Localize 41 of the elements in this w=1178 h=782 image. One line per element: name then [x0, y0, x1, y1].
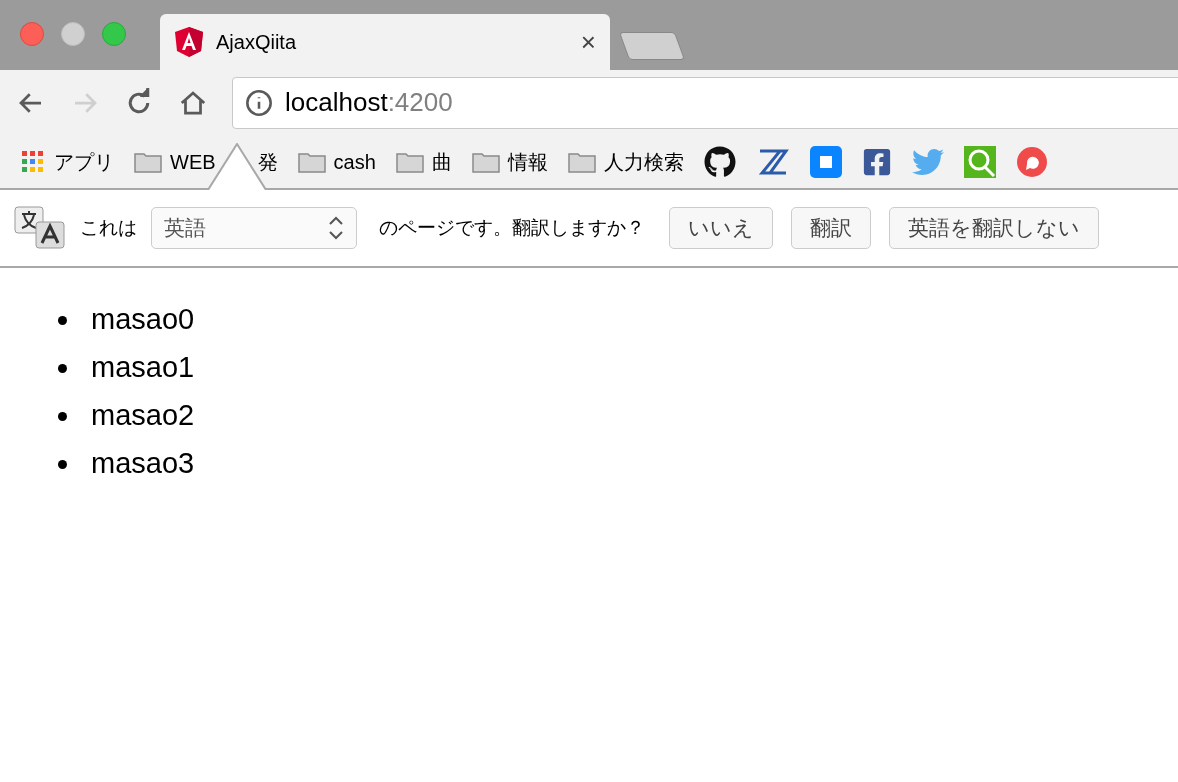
bookmark-label[interactable]: WEB — [170, 146, 216, 177]
translate-bar-button[interactable]: 翻訳 — [791, 207, 871, 249]
browser-tab[interactable]: AjaxQiita × — [160, 14, 610, 70]
bookmark-item[interactable]: 曲 — [395, 146, 452, 177]
prompt-text: これは — [80, 215, 137, 240]
bullet-icon — [58, 315, 67, 325]
url-text: localhost:4200 — [285, 86, 453, 119]
tab-close-button[interactable]: × — [580, 29, 596, 55]
translate-bar-button[interactable]: 英語を翻訳しない — [889, 207, 1099, 249]
bullet-icon — [58, 459, 67, 469]
address-bar[interactable]: localhost:4200 — [232, 76, 1178, 129]
bookmark-label[interactable]: 発 — [257, 146, 278, 177]
bullet-icon — [58, 363, 67, 373]
bookmark-item[interactable]: アプリ — [20, 146, 114, 177]
bullet-icon — [58, 411, 67, 421]
folder-icon — [134, 150, 162, 173]
prompt-text: のページです。翻訳しますか？ — [379, 215, 645, 240]
tab-title: AjaxQiita — [216, 30, 298, 55]
bookmark-item[interactable]: 人力検索 — [567, 146, 684, 177]
folder-icon — [395, 150, 424, 173]
folder-icon — [297, 150, 326, 173]
language-select[interactable]: 英語 — [151, 207, 357, 249]
bookmark-item[interactable]: 情報 — [471, 146, 548, 177]
list-item-text: masao1 — [91, 350, 195, 386]
octocat-icon[interactable] — [703, 145, 736, 178]
info-icon — [245, 88, 273, 117]
translate-bar-button[interactable]: いいえ — [669, 207, 773, 249]
translate-icon — [14, 206, 66, 250]
folder-icon — [471, 150, 500, 173]
magnifier-logo-icon[interactable] — [963, 145, 996, 178]
list-item-text: masao2 — [91, 398, 195, 434]
shield-logo-icon — [174, 26, 204, 58]
apps-grid-icon — [20, 148, 46, 175]
square-logo-icon[interactable] — [809, 145, 842, 178]
list-item-text: masao3 — [91, 446, 195, 482]
bookmark-item[interactable]: cash — [297, 146, 376, 177]
list-item-text: masao0 — [91, 302, 195, 338]
chevron-up-down-icon — [328, 215, 344, 241]
folder-icon — [567, 150, 596, 173]
f-logo-icon[interactable] — [861, 146, 892, 177]
speech-bubble-icon[interactable] — [1015, 145, 1048, 178]
